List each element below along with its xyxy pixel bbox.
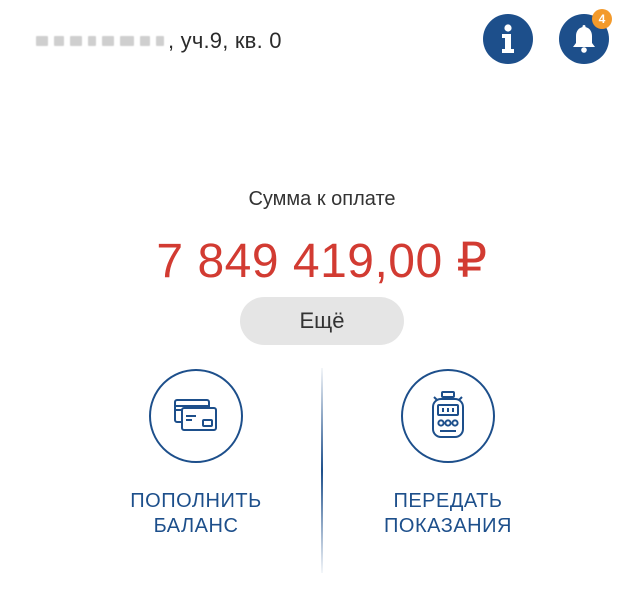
actions-divider [321,368,323,573]
notifications-badge: 4 [592,9,612,29]
submit-readings-label: ПЕРЕДАТЬ ПОКАЗАНИЯ [384,490,512,537]
info-button[interactable] [483,14,533,64]
more-button[interactable]: Ещё [240,297,404,345]
amount-due: 7 849 419,00 ₽ [156,235,488,288]
address-text: , уч.9, кв. 0 [168,28,282,53]
meter-icon [432,391,464,438]
redacted-address [36,36,164,46]
top-up-label: ПОПОЛНИТЬ БАЛАНС [130,490,262,537]
info-icon [502,24,514,53]
address-header: , уч.9, кв. 0 [36,26,282,56]
main-screen: , уч.9, кв. 0 4 Сумма к оплате 7 849 419… [0,0,640,591]
submit-readings-action[interactable]: ПЕРЕДАТЬ ПОКАЗАНИЯ [338,369,558,539]
amount-label: Сумма к оплате [248,188,396,210]
top-up-icon-circle[interactable] [149,369,243,463]
readings-icon-circle[interactable] [401,369,495,463]
top-up-balance-action[interactable]: ПОПОЛНИТЬ БАЛАНС [86,369,306,539]
credit-card-icon [174,399,217,431]
bell-icon [573,25,595,53]
